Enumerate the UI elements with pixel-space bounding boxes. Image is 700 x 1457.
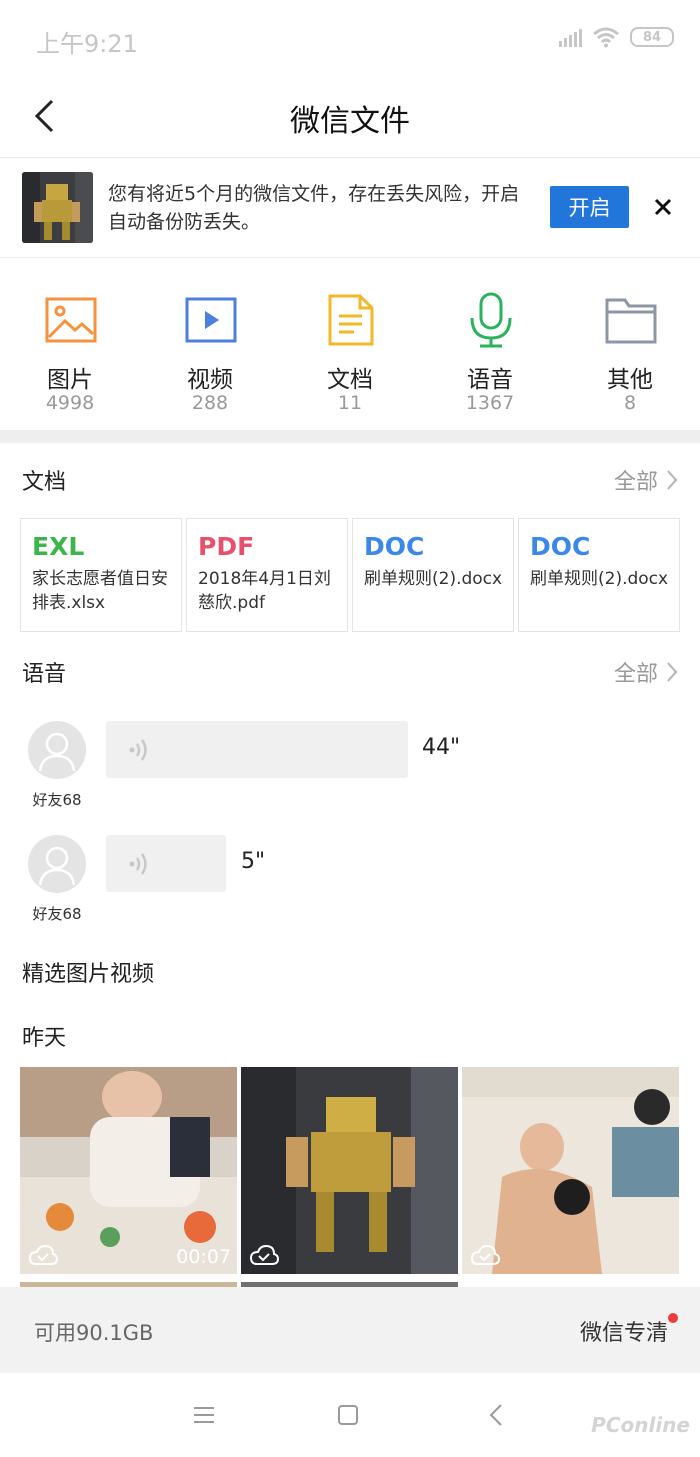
enable-backup-button[interactable]: 开启 — [550, 186, 629, 228]
voice-message: 好友68 5" — [0, 835, 700, 935]
featured-media-title: 精选图片视频 — [22, 962, 155, 987]
voice-header: 语音 全部 — [0, 652, 700, 692]
category-count: 288 — [191, 392, 229, 414]
avatar[interactable] — [28, 835, 86, 893]
section-title: 语音 — [22, 662, 67, 687]
system-back-button[interactable] — [478, 1399, 514, 1431]
category-count: 8 — [623, 392, 637, 414]
file-type-label: DOC — [364, 532, 425, 561]
category-label: 图片 — [47, 367, 93, 393]
document-card[interactable]: EXL 家长志愿者值日安排表.xlsx — [20, 518, 182, 632]
video-icon — [184, 292, 238, 348]
video-thumbnail[interactable]: 00:07 — [20, 1067, 237, 1274]
category-count: 4998 — [45, 392, 95, 414]
file-type-label: DOC — [530, 532, 591, 561]
nav-bar: 微信文件 — [0, 78, 700, 158]
folder-icon — [604, 292, 658, 348]
watermark: PConline — [591, 1413, 690, 1437]
default-avatar-icon — [38, 732, 76, 772]
status-time: 上午9:21 — [36, 30, 138, 58]
see-all-label: 全部 — [613, 662, 658, 687]
close-icon — [654, 198, 672, 216]
sender-name: 好友68 — [32, 791, 82, 809]
file-type-label: PDF — [198, 532, 255, 561]
voice-see-all[interactable]: 全部 — [614, 656, 678, 688]
video-duration: 00:07 — [176, 1246, 231, 1268]
banner-message: 您有将近5个月的微信文件，存在丢失风险，开启自动备份防丢失。 — [108, 183, 520, 233]
battery-indicator: 84 — [630, 27, 674, 47]
documents-header: 文档 全部 — [0, 460, 700, 500]
voice-bubble[interactable] — [106, 835, 226, 892]
category-documents[interactable]: 文档 11 — [280, 258, 420, 430]
available-storage: 可用90.1GB — [34, 1321, 154, 1345]
category-label: 文档 — [327, 367, 373, 393]
category-label: 其他 — [607, 367, 653, 393]
section-divider — [0, 430, 700, 443]
menu-button[interactable] — [186, 1399, 222, 1431]
voice-message: 好友68 44" — [0, 721, 700, 821]
document-card[interactable]: DOC 刷单规则(2).docx — [352, 518, 514, 632]
close-banner-button[interactable] — [648, 192, 678, 222]
see-all-label: 全部 — [613, 470, 658, 495]
page-title: 微信文件 — [290, 104, 410, 139]
date-group-label: 昨天 — [22, 1026, 67, 1051]
microphone-icon — [464, 292, 518, 348]
document-card[interactable]: DOC 刷单规则(2).docx — [518, 518, 680, 632]
backup-banner: 您有将近5个月的微信文件，存在丢失风险，开启自动备份防丢失。 开启 — [0, 158, 700, 258]
voice-duration: 5" — [241, 849, 266, 874]
file-name: 刷单规则(2).docx — [364, 569, 503, 589]
category-label: 语音 — [467, 367, 513, 393]
chevron-right-icon — [667, 662, 678, 682]
back-arrow-icon — [489, 1404, 502, 1426]
chevron-right-icon — [667, 470, 678, 490]
avatar[interactable] — [28, 721, 86, 779]
voice-duration: 44" — [422, 735, 461, 760]
category-label: 视频 — [187, 367, 233, 393]
wechat-cleanup-button[interactable]: 微信专清 — [580, 1315, 668, 1347]
voice-bubble[interactable] — [106, 721, 408, 778]
image-thumbnail[interactable] — [462, 1067, 679, 1274]
file-name: 刷单规则(2).docx — [530, 569, 669, 589]
document-icon — [324, 292, 378, 348]
category-other[interactable]: 其他 8 — [560, 258, 700, 430]
document-list: EXL 家长志愿者值日安排表.xlsx PDF 2018年4月1日刘慈欣.pdf… — [20, 518, 680, 632]
sound-wave-icon — [129, 853, 147, 875]
status-bar: 上午9:21 84 — [0, 0, 700, 78]
category-count: 1367 — [465, 392, 515, 414]
notification-dot — [668, 1313, 678, 1323]
home-button[interactable] — [330, 1399, 366, 1431]
cloud-synced-icon — [470, 1244, 500, 1265]
image-thumbnail[interactable] — [241, 1067, 458, 1274]
banner-thumbnail — [22, 172, 93, 243]
category-grid: 图片 4998 视频 288 文档 11 语音 1367 其他 8 — [0, 258, 700, 430]
default-avatar-icon — [38, 846, 76, 886]
media-gallery: 00:07 — [20, 1067, 680, 1292]
image-icon — [44, 292, 98, 348]
home-square-icon — [338, 1405, 358, 1425]
sender-name: 好友68 — [32, 905, 82, 923]
section-title: 文档 — [22, 470, 67, 495]
category-images[interactable]: 图片 4998 — [0, 258, 140, 430]
file-name: 2018年4月1日刘慈欣.pdf — [198, 569, 331, 613]
system-navigation: PConline — [0, 1373, 700, 1457]
sound-wave-icon — [129, 739, 147, 761]
documents-see-all[interactable]: 全部 — [614, 464, 678, 496]
signal-icon — [559, 27, 582, 47]
category-count: 11 — [337, 392, 363, 414]
storage-bar: 可用90.1GB 微信专清 — [0, 1287, 700, 1373]
document-card[interactable]: PDF 2018年4月1日刘慈欣.pdf — [186, 518, 348, 632]
file-type-label: EXL — [32, 532, 85, 561]
wifi-icon — [593, 27, 619, 48]
category-videos[interactable]: 视频 288 — [140, 258, 280, 430]
status-icons: 84 — [559, 26, 674, 48]
cloud-synced-icon — [28, 1244, 58, 1265]
file-name: 家长志愿者值日安排表.xlsx — [32, 569, 168, 613]
category-voice[interactable]: 语音 1367 — [420, 258, 560, 430]
cloud-synced-icon — [249, 1244, 279, 1265]
menu-icon — [194, 1407, 214, 1423]
